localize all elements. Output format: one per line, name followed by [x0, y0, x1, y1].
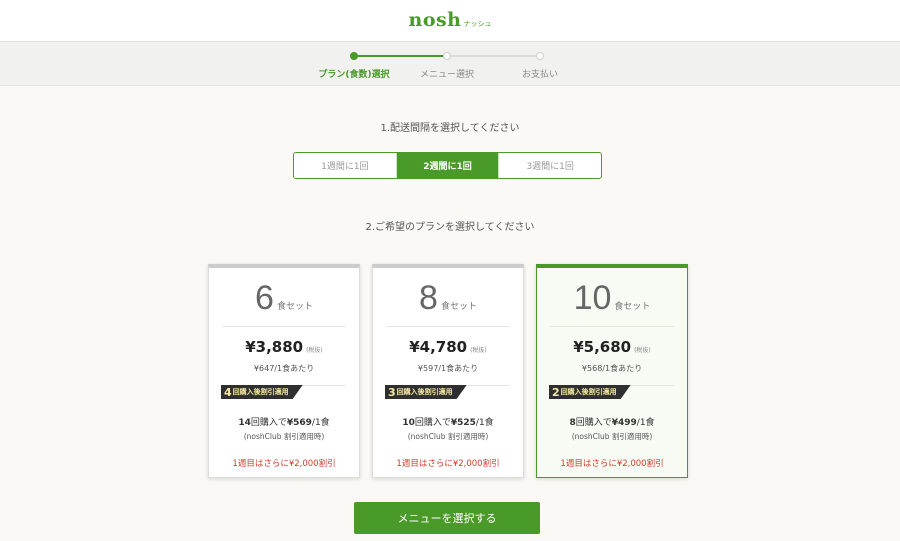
club-suffix: /1食	[311, 418, 330, 428]
step-label-payment: お支払い	[521, 70, 558, 80]
club-note: (noshClub 割引適用時)	[243, 432, 325, 441]
badge-text: 回購入後割引適用	[396, 388, 453, 396]
first-week-discount: 1週目はさらに¥2,000割引	[396, 459, 500, 469]
meal-count-unit: 食セット	[614, 302, 651, 312]
step-dot-payment	[536, 52, 544, 60]
badge-divider	[624, 385, 674, 386]
tax-note: (税抜)	[634, 347, 651, 354]
club-price: 8回購入で¥499/1食	[537, 415, 687, 428]
badge-number: 2	[552, 385, 560, 399]
select-menu-button[interactable]: メニューを選択する	[354, 502, 540, 534]
step-line-2	[447, 55, 540, 57]
meal-count-number: 8	[419, 279, 438, 317]
meal-count-number: 6	[255, 279, 274, 317]
plan-card-6[interactable]: 6 食セット ¥3,880 (税抜) ¥647/1食あたり 4 回購入後割引適用…	[208, 264, 360, 478]
tax-note: (税抜)	[470, 347, 487, 354]
discount-badge: 4 回購入後割引適用	[221, 385, 303, 399]
meal-count-unit: 食セット	[276, 302, 313, 312]
interval-option-1week[interactable]: 1週間に1回	[294, 153, 396, 178]
set-price: ¥4,780	[409, 338, 468, 356]
club-price: 10回購入で¥525/1食	[373, 415, 523, 428]
club-mid-text: 回購入で	[414, 418, 451, 428]
club-note: (noshClub 割引適用時)	[571, 432, 653, 441]
interval-option-2weeks[interactable]: 2週間に1回	[395, 153, 499, 178]
card-divider	[386, 326, 510, 327]
meal-count: 6 食セット	[209, 281, 359, 315]
per-meal-price: ¥597/1食あたり	[417, 364, 479, 373]
discount-badge: 2 回購入後割引適用	[549, 385, 631, 399]
price-row: ¥5,680 (税抜)	[537, 338, 687, 356]
club-meal-price: ¥525	[450, 418, 476, 428]
badge-number: 4	[224, 385, 232, 399]
meal-count: 10 食セット	[537, 281, 687, 315]
club-times: 10	[402, 418, 415, 428]
set-price: ¥5,680	[573, 338, 632, 356]
per-meal-price: ¥568/1食あたり	[581, 364, 643, 373]
club-meal-price: ¥499	[611, 418, 637, 428]
first-week-discount: 1週目はさらに¥2,000割引	[560, 459, 664, 469]
card-divider	[550, 326, 674, 327]
plan-section-title: 2.ご希望のプランを選択してください	[365, 222, 535, 233]
step-dot-menu	[443, 52, 451, 60]
club-suffix: /1食	[636, 418, 655, 428]
logo[interactable]: nosh ナッシュ	[409, 11, 492, 30]
interval-selector: 1週間に1回 2週間に1回 3週間に1回	[293, 152, 602, 179]
club-meal-price: ¥569	[286, 418, 312, 428]
card-divider	[222, 326, 346, 327]
per-meal-price: ¥647/1食あたり	[253, 364, 315, 373]
interval-option-3weeks[interactable]: 3週間に1回	[498, 153, 601, 178]
tax-note: (税抜)	[306, 347, 323, 354]
meal-count-unit: 食セット	[440, 302, 477, 312]
header: nosh ナッシュ	[0, 0, 900, 42]
step-progress: プラン(食数)選択 メニュー選択 お支払い	[0, 42, 900, 86]
interval-section-title: 1.配送間隔を選択してください	[380, 123, 520, 134]
meal-count-number: 10	[573, 279, 612, 317]
logo-text: nosh	[408, 9, 462, 31]
club-mid-text: 回購入で	[575, 418, 612, 428]
logo-subtext: ナッシュ	[463, 20, 492, 28]
discount-badge: 3 回購入後割引適用	[385, 385, 467, 399]
club-times: 14	[238, 418, 251, 428]
badge-divider	[296, 385, 346, 386]
badge-number: 3	[388, 385, 396, 399]
price-row: ¥4,780 (税抜)	[373, 338, 523, 356]
set-price: ¥3,880	[245, 338, 304, 356]
badge-divider	[460, 385, 510, 386]
club-note: (noshClub 割引適用時)	[407, 432, 489, 441]
plan-card-10[interactable]: 10 食セット ¥5,680 (税抜) ¥568/1食あたり 2 回購入後割引適…	[536, 264, 688, 478]
first-week-discount: 1週目はさらに¥2,000割引	[232, 459, 336, 469]
badge-text: 回購入後割引適用	[232, 388, 289, 396]
meal-count: 8 食セット	[373, 281, 523, 315]
step-dot-plan	[350, 52, 358, 60]
club-price: 14回購入で¥569/1食	[209, 415, 359, 428]
step-line-1	[354, 55, 447, 57]
badge-text: 回購入後割引適用	[560, 388, 617, 396]
club-suffix: /1食	[475, 418, 494, 428]
price-row: ¥3,880 (税抜)	[209, 338, 359, 356]
plan-card-8[interactable]: 8 食セット ¥4,780 (税抜) ¥597/1食あたり 3 回購入後割引適用…	[372, 264, 524, 478]
club-mid-text: 回購入で	[250, 418, 287, 428]
